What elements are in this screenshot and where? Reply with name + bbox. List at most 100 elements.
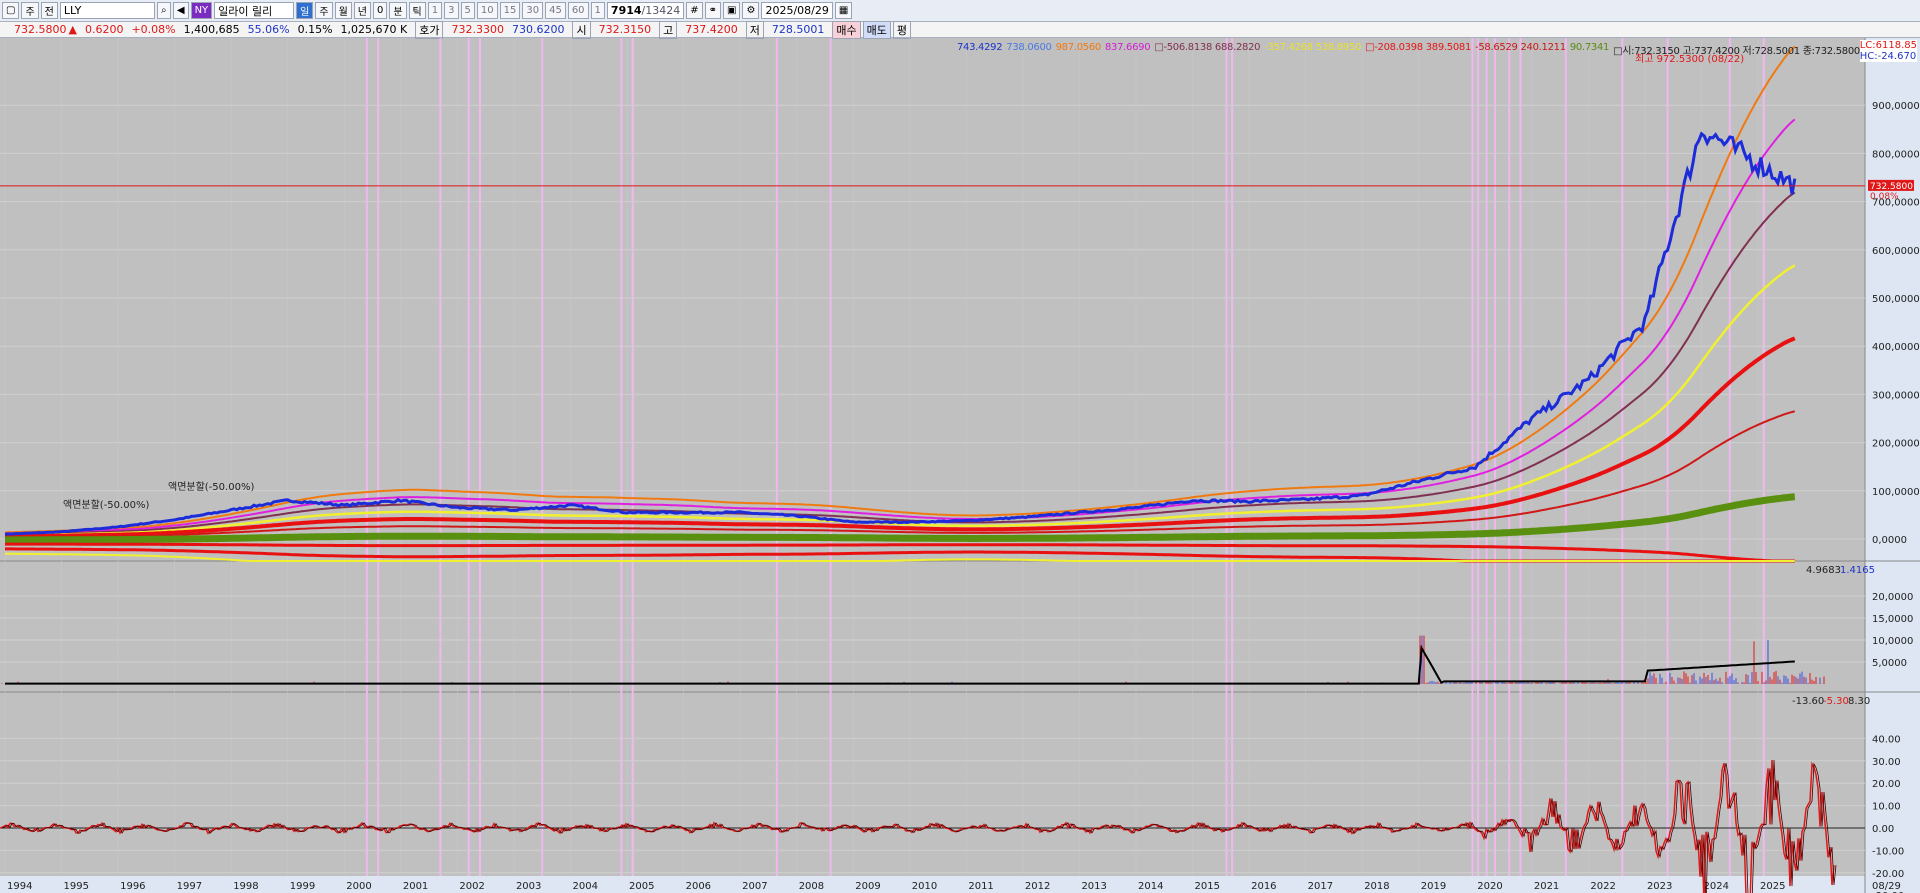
osc-value: -5.30 bbox=[1823, 696, 1849, 707]
price: 732.5800 bbox=[14, 23, 67, 36]
ask: 730.6200 bbox=[511, 23, 565, 36]
x-tick-label: 2023 bbox=[1647, 881, 1672, 892]
period-1[interactable]: 주 bbox=[315, 2, 333, 19]
minute-8[interactable]: 1 bbox=[590, 2, 605, 19]
total-value: /13424 bbox=[641, 4, 681, 17]
x-tick-label: 2024 bbox=[1704, 881, 1729, 892]
x-tick-label: 1999 bbox=[290, 881, 315, 892]
extra-button[interactable]: 평 bbox=[892, 20, 911, 39]
legend-item: 738.0600 bbox=[1006, 42, 1052, 53]
type-select[interactable]: 전 bbox=[40, 2, 58, 19]
legend: 743.4292 738.0600 987.0560 837.6690 □-506.81… bbox=[957, 42, 1860, 57]
market-badge: NY bbox=[190, 2, 213, 19]
split-annotation: 액면분할(-50.00%) bbox=[168, 481, 254, 493]
volume-ma-line bbox=[5, 644, 1795, 685]
price-tick-label: 500,0000 bbox=[1872, 294, 1920, 305]
legend-item: -357.4268 538.8950 bbox=[1264, 42, 1362, 53]
search-icon[interactable]: ⌕ bbox=[156, 2, 171, 19]
calendar-icon[interactable]: ▦ bbox=[834, 2, 853, 19]
legend-item: 743.4292 bbox=[956, 42, 1003, 53]
x-tick-label: 2004 bbox=[573, 881, 598, 892]
period-4[interactable]: 0 bbox=[372, 2, 388, 19]
legend-item: 837.6690 bbox=[1104, 42, 1151, 53]
volume-tick-label: 20,0000 bbox=[1872, 592, 1913, 603]
symbol-input[interactable]: LLY bbox=[59, 2, 155, 19]
count-input[interactable]: 7914/13424 bbox=[606, 2, 685, 19]
legend-item: 987.0560 bbox=[1055, 42, 1102, 53]
x-tick-label: 2002 bbox=[459, 881, 484, 892]
volume: 1,400,685 bbox=[183, 23, 240, 36]
grid-icon[interactable]: # bbox=[686, 2, 703, 19]
x-tick-label: 2019 bbox=[1421, 881, 1446, 892]
minute-5[interactable]: 30 bbox=[522, 2, 544, 19]
legend-item: □시:732.3150 고:737.4200 저:728.5001 종:732.… bbox=[1613, 46, 1860, 57]
volume-tick-label: 15,0000 bbox=[1872, 614, 1913, 625]
period-select[interactable]: 주 bbox=[21, 2, 39, 19]
toolbar: ▢ 주 전 LLY ⌕ ◀ NY 일라이 릴리 일주월년0분틱 1 3 5 10 15 3… bbox=[0, 0, 1920, 22]
sell-button[interactable]: 매도 bbox=[862, 20, 891, 39]
buy-button[interactable]: 매수 bbox=[832, 20, 861, 39]
x-tick-label: 2014 bbox=[1138, 881, 1163, 892]
period-6[interactable]: 틱 bbox=[408, 2, 426, 19]
low-label: 저 bbox=[745, 20, 764, 39]
x-tick-label: 2011 bbox=[968, 881, 993, 892]
minute-0[interactable]: 1 bbox=[427, 2, 443, 19]
ma-band bbox=[4, 264, 1796, 537]
legend-item: □-208.0398 389.5081 bbox=[1365, 42, 1472, 53]
price-tick-label: 700,0000 bbox=[1872, 198, 1920, 209]
x-tick-label: 2013 bbox=[1081, 881, 1106, 892]
x-tick-label: 1994 bbox=[7, 881, 32, 892]
minute-6[interactable]: 45 bbox=[545, 2, 566, 19]
x-tick-label: 2003 bbox=[516, 881, 541, 892]
bid: 732.3300 bbox=[451, 23, 504, 36]
x-tick-label: 2025 bbox=[1760, 881, 1785, 892]
volume-ratio: 55.06% bbox=[247, 23, 290, 36]
osc-tick-label: -10.00 bbox=[1872, 846, 1904, 857]
minute-4[interactable]: 15 bbox=[499, 2, 521, 19]
legend-item: 90.7341 bbox=[1569, 42, 1610, 53]
volume-value: 1.4165 bbox=[1840, 565, 1875, 576]
x-tick-label: 2009 bbox=[855, 881, 880, 892]
x-tick-label: 2017 bbox=[1308, 881, 1333, 892]
x-tick-label: 1998 bbox=[233, 881, 258, 892]
x-tick-label: 2021 bbox=[1534, 881, 1559, 892]
period-3[interactable]: 년 bbox=[353, 2, 371, 19]
period-0[interactable]: 일 bbox=[296, 2, 314, 19]
price-tick-label: 400,0000 bbox=[1872, 342, 1920, 353]
x-tick-label: 1995 bbox=[64, 881, 89, 892]
minute-3[interactable]: 10 bbox=[476, 2, 498, 19]
split-annotation: 액면분할(-50.00%) bbox=[63, 499, 149, 511]
x-tick-label: 2005 bbox=[629, 881, 654, 892]
save-icon[interactable]: ▣ bbox=[723, 2, 741, 19]
window-icon[interactable]: ▢ bbox=[2, 2, 20, 19]
amount: 1,025,670 K bbox=[340, 23, 408, 36]
link-icon[interactable]: ⚭ bbox=[704, 2, 722, 19]
speaker-icon[interactable]: ◀ bbox=[172, 2, 189, 19]
legend-item: -58.6529 240.1211 bbox=[1475, 42, 1566, 53]
osc-tick-label: 0.00 bbox=[1872, 824, 1894, 835]
minute-1[interactable]: 3 bbox=[444, 2, 459, 19]
ma-band bbox=[5, 410, 1796, 539]
x-tick-label: 1996 bbox=[120, 881, 145, 892]
period-2[interactable]: 월 bbox=[334, 2, 352, 19]
minute-7[interactable]: 60 bbox=[567, 2, 589, 19]
osc-tick-label: 40.00 bbox=[1872, 734, 1901, 745]
stock-chart[interactable]: 1994 1995 1996 1997 1998 1999 2000 2001 2002 2003… bbox=[0, 38, 1920, 893]
date-input[interactable]: 2025/08/29 bbox=[761, 2, 833, 19]
stock-name: 일라이 릴리 bbox=[214, 2, 295, 19]
high-label: 고 bbox=[659, 20, 678, 39]
period-5[interactable]: 분 bbox=[389, 2, 407, 19]
hc-value: HC:-24.670 bbox=[1859, 51, 1917, 62]
minute-2[interactable]: 5 bbox=[460, 2, 475, 19]
gear-icon[interactable]: ⚙ bbox=[742, 2, 760, 19]
osc-tick-label: -20.00 bbox=[1872, 869, 1904, 880]
osc-tick-label: 30.00 bbox=[1872, 757, 1901, 768]
x-tick-label: 2010 bbox=[912, 881, 937, 892]
x-tick-label: 2000 bbox=[346, 881, 371, 892]
x-tick-label: 2007 bbox=[742, 881, 767, 892]
x-tick-label: 2016 bbox=[1251, 881, 1276, 892]
x-tick-label: 2020 bbox=[1477, 881, 1502, 892]
turnover: 0.15% bbox=[297, 23, 333, 36]
x-tick-label: 2015 bbox=[1195, 881, 1220, 892]
osc-tick-label: 20.00 bbox=[1872, 779, 1901, 790]
